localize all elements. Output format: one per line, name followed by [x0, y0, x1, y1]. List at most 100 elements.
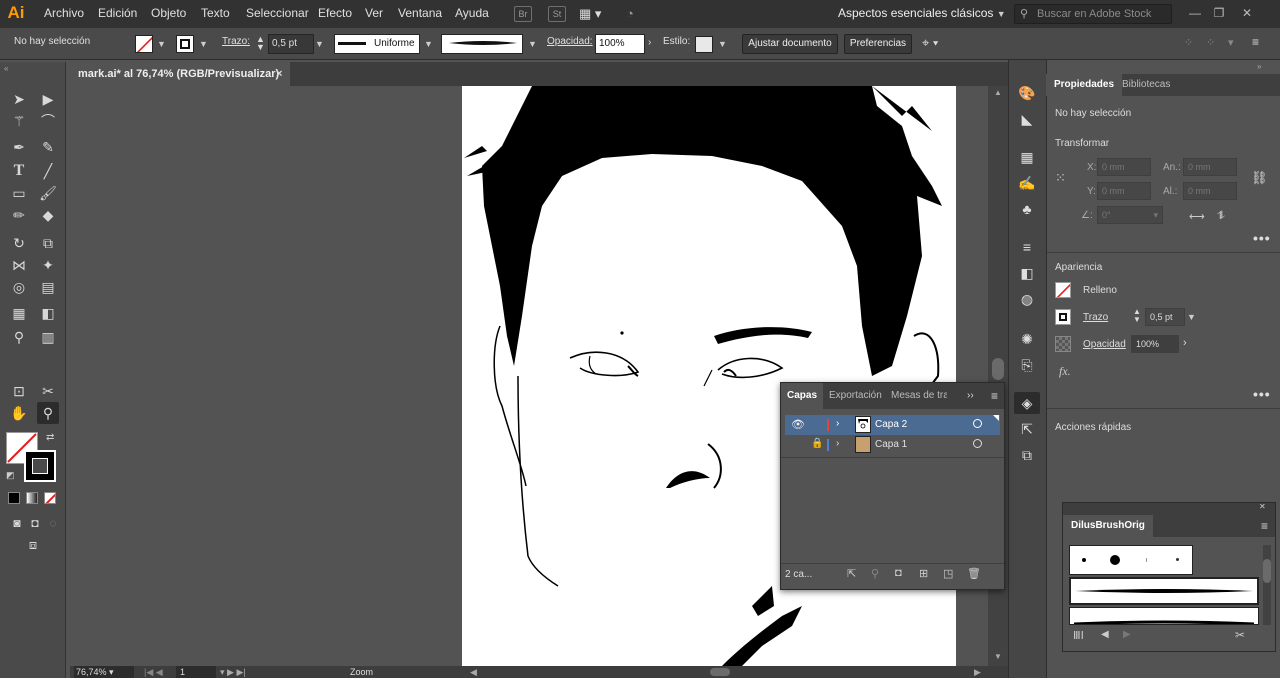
- brush-libraries-menu-icon[interactable]: ⅢⅠ: [1073, 629, 1084, 642]
- opacity-label[interactable]: Opacidad: [1083, 339, 1126, 350]
- opacity-expand-icon[interactable]: ›: [648, 37, 651, 48]
- expand-layer-icon[interactable]: ›: [836, 418, 839, 429]
- constrain-proportions-icon[interactable]: ⛓: [1251, 170, 1268, 186]
- mesh-tool-icon[interactable]: ▦: [8, 302, 30, 324]
- stroke-weight-input[interactable]: 0,5 pt: [268, 34, 314, 54]
- swap-colors-icon[interactable]: ⇄: [46, 432, 54, 443]
- lasso-tool-icon[interactable]: ⌒: [37, 110, 59, 132]
- brush-library-tab[interactable]: DilusBrushOrig: [1063, 515, 1153, 537]
- layer-name[interactable]: Capa 2: [875, 419, 907, 430]
- clipping-mask-icon[interactable]: ◘: [895, 567, 902, 579]
- artboards-panel-icon[interactable]: ⧉: [1014, 444, 1040, 466]
- rotation-input[interactable]: 0° ▾: [1097, 206, 1163, 224]
- curvature-tool-icon[interactable]: ✎: [37, 136, 59, 158]
- opacity-expand-icon[interactable]: ›: [1183, 337, 1187, 349]
- stroke-weight-field[interactable]: 0,5 pt: [1145, 308, 1185, 326]
- shape-builder-tool-icon[interactable]: ◎: [8, 276, 30, 298]
- layer-name[interactable]: Capa 1: [875, 439, 907, 450]
- menu-ventana[interactable]: Ventana: [398, 0, 442, 28]
- collapse-dock-icon[interactable]: »: [1257, 62, 1261, 71]
- width-input[interactable]: 0 mm: [1183, 158, 1237, 176]
- opacity-input[interactable]: 100%: [595, 34, 645, 54]
- delete-layer-icon[interactable]: 🗑: [967, 567, 981, 580]
- document-tab[interactable]: mark.ai* al 76,74% (RGB/Previsualizar) ×: [70, 62, 290, 86]
- default-colors-icon[interactable]: ◩: [6, 470, 15, 481]
- links-panel-icon[interactable]: ⇱: [1014, 418, 1040, 440]
- close-tab-icon[interactable]: ×: [276, 62, 282, 86]
- stroke-weight-stepper[interactable]: ▲ ▼: [256, 35, 265, 52]
- height-input[interactable]: 0 mm: [1183, 182, 1237, 200]
- remove-brush-stroke-icon[interactable]: ✂: [1235, 628, 1245, 642]
- perspective-grid-tool-icon[interactable]: ▤: [37, 276, 59, 298]
- stock-search-input[interactable]: ⚲ Buscar en Adobe Stock: [1014, 4, 1172, 24]
- variable-width-profile[interactable]: Uniforme: [334, 34, 420, 54]
- brush-dot-large[interactable]: [1110, 555, 1120, 565]
- appearance-fill-swatch[interactable]: [1055, 282, 1071, 298]
- control-menu-icon[interactable]: ≡: [1252, 35, 1259, 49]
- tab-layers[interactable]: Capas: [781, 383, 824, 409]
- eyedropper-tool-icon[interactable]: ⚲: [8, 326, 30, 348]
- graph-tool-icon[interactable]: ▥: [37, 326, 59, 348]
- slice-tool-icon[interactable]: ✂: [37, 380, 59, 402]
- paintbrush-tool-icon[interactable]: 🖌: [37, 182, 59, 204]
- control-more-icon[interactable]: ▾: [1228, 36, 1234, 49]
- tab-libraries[interactable]: Bibliotecas: [1114, 74, 1178, 96]
- panel-menu-icon[interactable]: ≡: [985, 383, 1004, 409]
- puppet-warp-tool-icon[interactable]: ✦: [37, 254, 59, 276]
- zoom-tool-icon[interactable]: ⚲: [37, 402, 59, 424]
- appearance-stroke-swatch[interactable]: [1055, 309, 1071, 325]
- new-layer-icon[interactable]: ◳: [943, 567, 953, 580]
- first-artboard-icon[interactable]: |◀ ◀: [144, 666, 163, 678]
- gpu-performance-icon[interactable]: ◔: [626, 6, 648, 22]
- layer-row[interactable]: 👁 › Capa 2: [785, 415, 1000, 435]
- brush-scrollbar[interactable]: [1263, 545, 1271, 625]
- collapse-panel-icon[interactable]: «: [4, 64, 8, 73]
- tab-artboards[interactable]: Mesas de tra: [885, 383, 947, 409]
- profile-dropdown-icon[interactable]: ▼: [424, 39, 433, 49]
- layer-row[interactable]: 🔒 › Capa 1: [785, 435, 1000, 455]
- align-icon[interactable]: ⁘: [1184, 36, 1193, 49]
- asset-export-icon[interactable]: ⎘: [1014, 354, 1040, 376]
- screen-mode-icon[interactable]: ⧈: [22, 534, 44, 556]
- document-setup-button[interactable]: Ajustar documento: [742, 34, 838, 54]
- appearance-more-icon[interactable]: •••: [1253, 386, 1271, 402]
- menu-ver[interactable]: Ver: [365, 0, 383, 28]
- eraser-tool-icon[interactable]: ◆: [37, 204, 59, 226]
- gradient-mode-icon[interactable]: [26, 492, 38, 504]
- opacity-field[interactable]: 100%: [1131, 335, 1179, 353]
- brushes-panel-icon[interactable]: ✍: [1014, 172, 1040, 194]
- appearance-panel-icon[interactable]: ◍: [1014, 288, 1040, 310]
- new-sublayer-icon[interactable]: ⊞: [919, 567, 928, 580]
- brush-dot-thin[interactable]: [1146, 558, 1147, 562]
- minimize-button[interactable]: —: [1186, 4, 1204, 22]
- zoom-level[interactable]: 76,74% ▾: [74, 666, 134, 678]
- scroll-right-icon[interactable]: ▶: [974, 666, 981, 678]
- graphic-style-swatch[interactable]: [695, 36, 713, 53]
- reference-point-icon[interactable]: ⁙: [1055, 170, 1066, 186]
- target-circle-icon[interactable]: [973, 439, 982, 448]
- flip-horizontal-icon[interactable]: ⟷: [1189, 210, 1205, 223]
- preferences-button[interactable]: Preferencias: [844, 34, 912, 54]
- transparency-panel-icon[interactable]: ◧: [1014, 262, 1040, 284]
- transform-more-icon[interactable]: •••: [1253, 230, 1271, 246]
- stroke-panel-icon[interactable]: ≡: [1014, 236, 1040, 258]
- locate-object-icon[interactable]: ⚲: [871, 567, 879, 580]
- menu-edicion[interactable]: Edición: [98, 0, 137, 28]
- visibility-eye-icon[interactable]: 👁: [791, 418, 805, 431]
- brush-dot-tiny[interactable]: [1176, 558, 1179, 561]
- opacity-label[interactable]: Opacidad:: [547, 36, 593, 47]
- restore-button[interactable]: ❐: [1210, 4, 1228, 22]
- collect-export-icon[interactable]: ⇱: [847, 567, 856, 580]
- stroke-color-swatch[interactable]: [24, 450, 56, 482]
- graphic-styles-icon[interactable]: ✺: [1014, 328, 1040, 350]
- artboard-tool-icon[interactable]: ⊡: [8, 380, 30, 402]
- isolate-icon[interactable]: ⁘: [1206, 36, 1215, 49]
- magic-wand-tool-icon[interactable]: ⚚: [8, 110, 30, 132]
- menu-seleccionar[interactable]: Seleccionar: [246, 0, 309, 28]
- scroll-thumb[interactable]: [992, 358, 1004, 380]
- scale-tool-icon[interactable]: ⧉: [37, 232, 59, 254]
- gradient-panel-icon[interactable]: ◣: [1014, 108, 1040, 130]
- scroll-left-icon[interactable]: ◀: [470, 666, 477, 678]
- panel-menu-icon[interactable]: ≡: [1261, 519, 1268, 533]
- x-input[interactable]: 0 mm: [1097, 158, 1151, 176]
